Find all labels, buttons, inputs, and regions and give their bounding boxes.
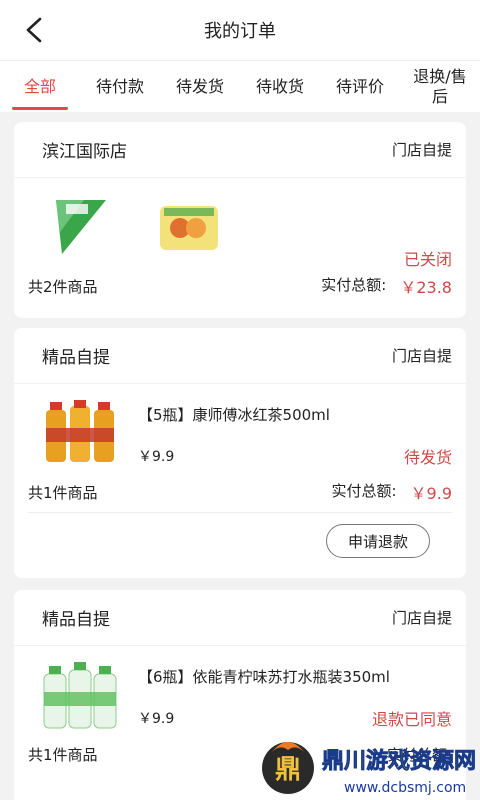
item-count: 共1件商品: [28, 745, 98, 764]
order-summary: 共1件商品 实付总额: ￥9.9: [28, 480, 452, 504]
product-thumbnail-drink[interactable]: [44, 192, 114, 262]
product-price: ￥9.9: [138, 711, 175, 727]
item-count: 共2件商品: [28, 277, 98, 296]
product-price: ￥9.9: [138, 449, 175, 465]
order-status: 待发货: [403, 448, 452, 467]
tab-pending-receipt[interactable]: 待收货: [240, 61, 320, 112]
tab-returns[interactable]: 退换/售后: [400, 61, 480, 112]
total-value: ￥9.9: [410, 484, 452, 503]
store-name: 精品自提: [42, 348, 110, 368]
order-total: 实付总额: ￥9.9: [331, 480, 452, 504]
item-count: 共1件商品: [28, 483, 98, 502]
apply-refund-button[interactable]: 申请退款: [326, 524, 430, 558]
pickup-type: 门店自提: [391, 347, 452, 365]
pickup-type: 门店自提: [391, 609, 452, 627]
order-status: 退款已同意: [371, 710, 452, 729]
tab-pending-payment[interactable]: 待付款: [80, 61, 160, 112]
order-header: 精品自提 门店自提: [14, 328, 466, 384]
order-item[interactable]: 【5瓶】康师傅冰红茶500ml ￥9.9: [14, 384, 466, 474]
top-bar: 我的订单: [0, 0, 480, 60]
product-thumbnails: [14, 178, 466, 278]
product-image-soda: [40, 660, 120, 734]
total-value: ￥23.8: [400, 278, 452, 297]
order-card[interactable]: 滨江国际店 门店自提 已关闭 共2件商品 实付总额: ￥23.8: [14, 122, 466, 318]
order-card[interactable]: 精品自提 门店自提 【5瓶】康师傅冰红茶500ml ￥9.9 待发货 共1件商品…: [14, 328, 466, 578]
order-total: 实付总额: ￥23.8: [321, 274, 452, 298]
order-summary: 共2件商品 实付总额: ￥23.8: [28, 274, 452, 298]
tab-pending-review[interactable]: 待评价: [320, 61, 400, 112]
watermark-brand: 鼎川游戏资源网: [322, 748, 476, 774]
product-name: 【6瓶】依能青柠味苏打水瓶装350ml: [138, 668, 390, 686]
total-label: 实付总额:: [321, 276, 387, 294]
order-status: 已关闭: [403, 250, 452, 269]
store-name: 精品自提: [42, 610, 110, 630]
order-tabs: 全部 待付款 待发货 待收货 待评价 退换/售后: [0, 60, 480, 112]
page-title: 我的订单: [204, 21, 276, 42]
tab-all[interactable]: 全部: [0, 61, 80, 112]
order-header: 精品自提 门店自提: [14, 590, 466, 646]
pickup-type: 门店自提: [391, 141, 452, 159]
chevron-left-icon[interactable]: [22, 16, 46, 44]
divider: [28, 512, 452, 513]
product-thumbnail-egg[interactable]: [154, 192, 224, 262]
watermark: 鼎 鼎川游戏资源网 www.dcbsmj.com: [258, 730, 480, 800]
watermark-url: www.dcbsmj.com: [344, 780, 466, 796]
product-image-icetea: [40, 398, 120, 472]
total-label: 实付总额:: [331, 482, 397, 500]
store-name: 滨江国际店: [42, 142, 127, 162]
tab-pending-shipment[interactable]: 待发货: [160, 61, 240, 112]
order-header: 滨江国际店 门店自提: [14, 122, 466, 178]
product-name: 【5瓶】康师傅冰红茶500ml: [138, 406, 330, 424]
svg-text:鼎: 鼎: [275, 755, 301, 785]
tab-returns-label: 退换/售后: [413, 66, 467, 106]
